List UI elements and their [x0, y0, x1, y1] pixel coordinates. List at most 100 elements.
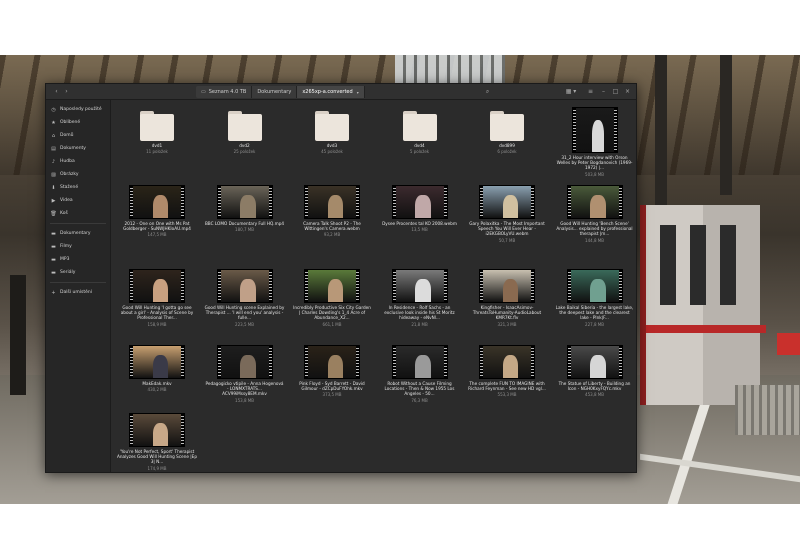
video-thumbnail — [216, 185, 273, 219]
file-info: 147,5 MB — [147, 232, 167, 238]
download-icon: ⬇ — [51, 184, 56, 191]
video-thumbnail — [216, 269, 273, 303]
folder-item[interactable]: dvd1 11 položek — [115, 107, 199, 154]
file-info: 227,8 MB — [585, 321, 604, 327]
video-file-item[interactable]: Good Will Hunting 'Bench Scene' Analysis… — [553, 185, 637, 243]
chevron-down-icon: ▾ — [356, 89, 359, 95]
minimize-button[interactable]: – — [599, 87, 608, 96]
video-file-item[interactable]: The complete FUN TO IMAGINE with Richard… — [465, 345, 549, 397]
sidebar-item[interactable]: ▤ Dokumenty — [46, 142, 110, 155]
sidebar-item-label: Stažené — [60, 185, 79, 190]
view-toggle-button[interactable]: ▦ ▾ — [560, 87, 582, 96]
sidebar-item[interactable]: 🗑 Koš — [46, 207, 110, 220]
music-icon: ♪ — [51, 158, 56, 165]
sidebar-item[interactable]: ★ Oblíbené — [46, 116, 110, 129]
video-file-item[interactable]: Good Will Hunting 'I gotta go see about … — [115, 269, 199, 327]
sidebar-item-label: Naposledy použité — [60, 107, 102, 112]
video-file-item[interactable]: Gary Polaxitka - The Most Important Spee… — [465, 185, 549, 243]
file-info: 174,9 MB — [147, 465, 167, 471]
file-info: 153,8 MB — [235, 397, 254, 403]
video-thumbnail — [129, 269, 185, 303]
forward-button[interactable]: › — [62, 87, 71, 96]
picture-icon: ▨ — [51, 171, 56, 178]
video-file-item[interactable]: Lake Baikal Siberia - the largest lake, … — [553, 269, 637, 327]
file-info: 453,8 MB — [585, 392, 604, 398]
video-file-item[interactable]: BBC LOMO Documentary Full HQ.mp4 180,7 MB — [203, 185, 287, 232]
sidebar-item-label: MP3 — [60, 257, 70, 262]
maximize-button[interactable]: □ — [611, 87, 620, 96]
sidebar-item-label: Dokumenty — [60, 146, 86, 151]
close-icon: × — [624, 87, 631, 95]
sidebar-item[interactable]: ♪ Hudba — [46, 155, 110, 168]
video-thumbnail — [304, 269, 360, 303]
hall-pillar — [655, 55, 667, 215]
menu-button[interactable]: ≡ — [586, 87, 595, 96]
sidebar-item[interactable]: ▬ Dokumentary — [46, 227, 110, 240]
video-file-item[interactable]: Pink Floyd - Syd Barrett - David Gilmour… — [290, 345, 374, 397]
sidebar-item[interactable]: ▨ Obrázky — [46, 168, 110, 181]
document-icon: ▤ — [51, 145, 56, 152]
sidebar-item[interactable]: ▬ Filmy — [46, 240, 110, 253]
video-thumbnail — [479, 185, 535, 219]
sidebar-item-label: Obrázky — [60, 172, 79, 177]
sidebar-item[interactable]: ⌂ Domů — [46, 129, 110, 142]
video-thumbnail — [391, 345, 448, 379]
chevron-right-icon: › — [65, 87, 68, 95]
video-file-item[interactable]: The Statue of Liberty - Building an Icon… — [553, 345, 637, 397]
file-name: dvd1 — [151, 143, 163, 148]
path-crumb-drive[interactable]: ▭ Seznam 4.0 TB — [196, 86, 253, 98]
train-stripe — [646, 325, 766, 333]
header-bar: ‹ › ▭ Seznam 4.0 TB Dokumentary x265xp-a… — [46, 84, 636, 100]
sidebar-item[interactable]: ▶ Videa — [46, 194, 110, 207]
video-file-item[interactable]: Kingfisher - IsaacAsimov-ThreatsToHumani… — [465, 269, 549, 327]
train-window — [720, 225, 736, 305]
file-name: BBC LOMO Documentary Full HQ.mp4 — [204, 221, 285, 226]
file-name: Incredibly Productive Six City Garden | … — [293, 305, 371, 321]
search-icon: ⌕ — [485, 87, 490, 95]
search-button[interactable]: ⌕ — [483, 87, 492, 96]
video-file-item[interactable]: 31_2 Hour interview with Orson Welles by… — [553, 107, 637, 177]
train-window — [690, 225, 706, 305]
folder-item[interactable]: dvd4 5 položek — [378, 107, 462, 154]
folder-icon — [402, 111, 437, 141]
clock-icon: ◷ — [51, 106, 56, 113]
path-crumb-label: Seznam 4.0 TB — [208, 89, 247, 95]
sidebar-item[interactable]: ◷ Naposledy použité — [46, 103, 110, 116]
file-name: 31_2 Hour interview with Orson Welles by… — [556, 155, 633, 171]
sidebar-item[interactable]: ▬ MP3 — [46, 253, 110, 266]
path-crumb-label: x265xp-a.converted — [302, 89, 353, 95]
video-thumbnail — [129, 185, 185, 219]
folder-item[interactable]: dvd899 6 položek — [465, 107, 549, 154]
video-file-item[interactable]: 'You're Not Perfect, Sport' Therapist An… — [115, 413, 199, 471]
video-file-item[interactable]: Robot Without a Cause Filming Locations … — [378, 345, 462, 403]
video-file-item[interactable]: 2012 - One on One with Ms Pat Goldberger… — [115, 185, 199, 237]
video-file-item[interactable]: Pedagogicko vtipile - Anna Hogenová - LO… — [203, 345, 287, 403]
file-info: 373,5 MB — [322, 392, 342, 398]
video-file-item[interactable]: MakEdak.mkv 430,2 MB — [115, 345, 199, 392]
metro-train — [640, 205, 766, 405]
file-name: Pink Floyd - Syd Barrett - David Gilmour… — [299, 381, 365, 392]
folder-item[interactable]: dvd3 45 položek — [290, 107, 374, 154]
file-info: 93,2 MB — [323, 232, 341, 238]
video-file-item[interactable]: In Residence - Rolf Sachs - an exclusive… — [378, 269, 462, 327]
folder-icon: ▬ — [51, 269, 56, 276]
video-icon: ▶ — [51, 197, 56, 204]
sidebar-item[interactable]: + Další umístění — [46, 286, 110, 299]
sidebar-item[interactable]: ⬇ Stažené — [46, 181, 110, 194]
path-crumb-current[interactable]: x265xp-a.converted ▾ — [297, 86, 365, 98]
folder-item[interactable]: dvd2 25 položek — [203, 107, 287, 154]
video-file-item[interactable]: Incredibly Productive Six City Garden | … — [290, 269, 374, 327]
file-name: Robot Without a Cause Filming Locations … — [384, 381, 455, 397]
back-button[interactable]: ‹ — [52, 87, 61, 96]
sidebar-item-label: Filmy — [60, 244, 72, 249]
file-name: dvd4 — [414, 143, 425, 148]
sidebar: ◷ Naposledy použité ★ Oblíbené ⌂ Domů ▤ Dokumen… — [46, 100, 111, 472]
video-thumbnail — [391, 269, 448, 303]
video-file-item[interactable]: Dysee Procentes tal KO 2008.webm 13,5 MB — [378, 185, 462, 232]
video-file-item[interactable]: Camera Talk Shoot P2 - The Wittingen's C… — [290, 185, 374, 237]
close-button[interactable]: × — [623, 87, 632, 96]
video-file-item[interactable]: Good Will Hunting scene Explained by The… — [203, 269, 287, 327]
file-info: 21,8 MB — [411, 321, 428, 327]
sidebar-item[interactable]: ▬ Seriály — [46, 266, 110, 279]
path-crumb-folder[interactable]: Dokumentary — [252, 86, 298, 98]
